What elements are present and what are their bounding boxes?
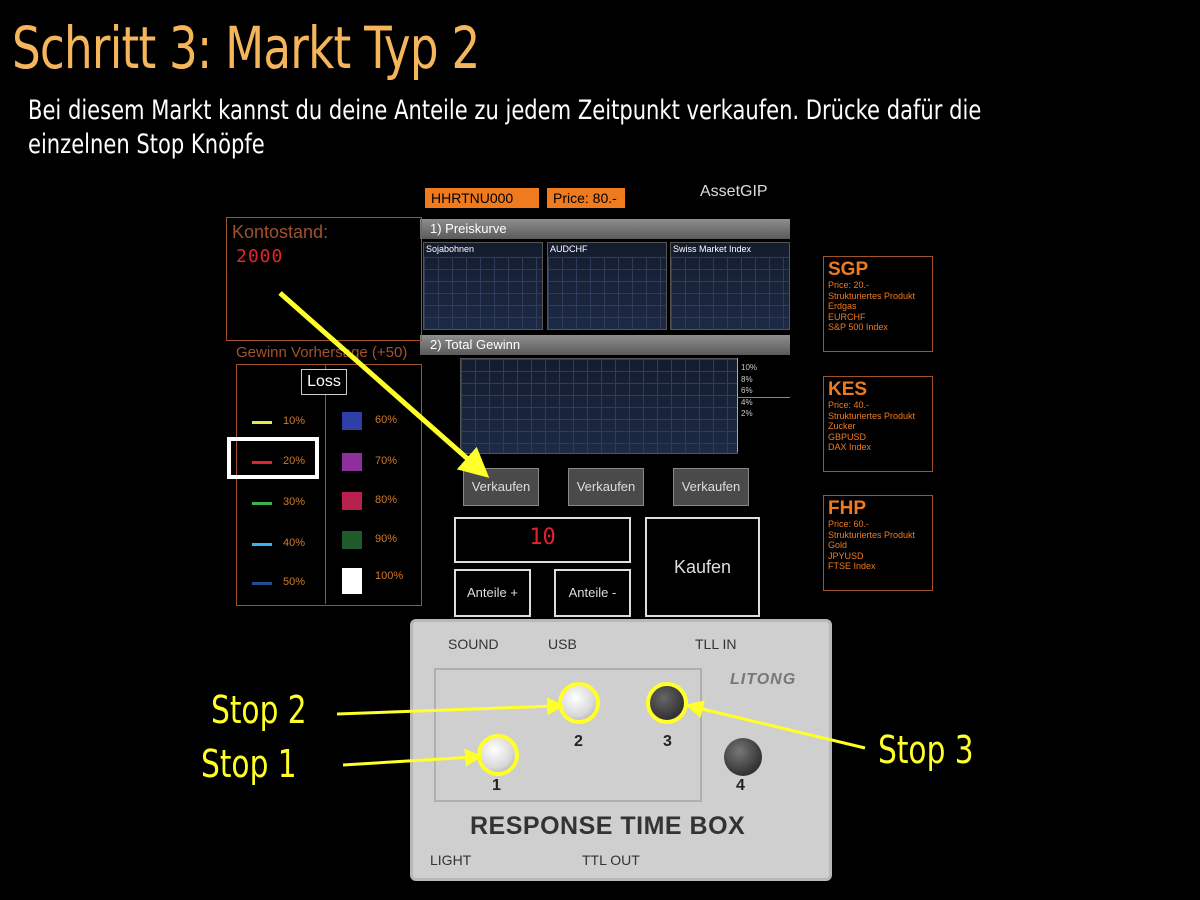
arrow-to-stop-3 (685, 700, 866, 750)
arrow-to-stop-1 (342, 748, 483, 767)
arrow-to-stop-2 (336, 697, 565, 716)
stop-2-label: Stop 2 (211, 688, 307, 732)
stop-3-label: Stop 3 (878, 728, 974, 772)
annotation-arrows (278, 291, 866, 767)
arrow-to-verkaufen (278, 291, 490, 478)
stop-1-label: Stop 1 (201, 742, 297, 786)
